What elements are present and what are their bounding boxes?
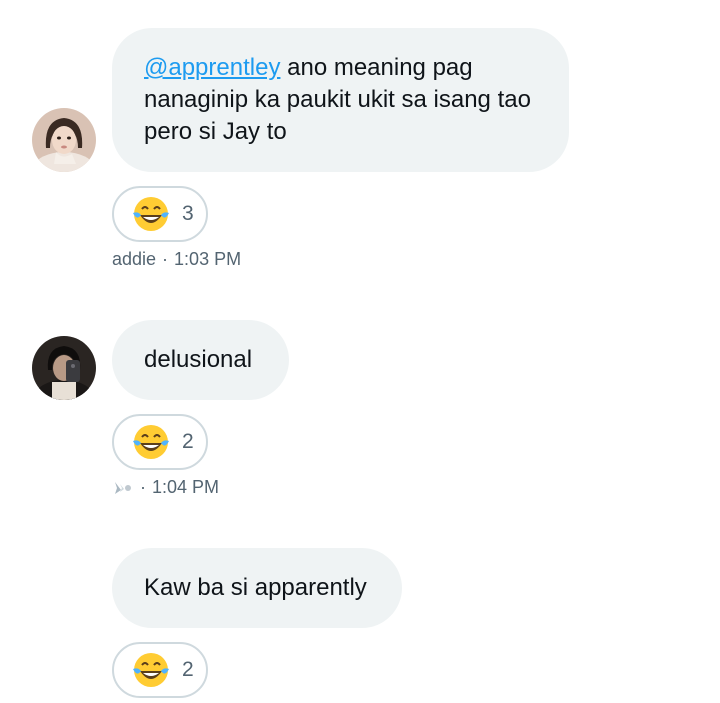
face-with-tears-of-joy-icon <box>133 653 169 687</box>
message-text: delusional <box>144 346 253 373</box>
message-meta: addie · 1:03 PM <box>112 249 241 270</box>
reaction-count: 3 <box>182 202 194 225</box>
separator: · <box>162 249 169 269</box>
face-with-tears-of-joy-icon <box>133 197 169 231</box>
reaction-button[interactable]: 2 <box>112 414 208 470</box>
reaction-count: 2 <box>182 430 194 453</box>
avatar-photo-icon <box>32 108 96 172</box>
message-bubble[interactable]: @apprentley ano meaning pag nanaginip ka… <box>112 28 569 172</box>
timestamp: 1:04 PM <box>152 477 220 497</box>
mention-link[interactable]: @apprentley <box>144 54 280 81</box>
face-with-tears-of-joy-icon <box>133 425 169 459</box>
avatar[interactable] <box>32 336 96 400</box>
avatar-photo-icon <box>32 336 96 400</box>
message-text: pero si Jay to <box>144 118 287 145</box>
message-text: nanaginip ka paukit ukit sa isang tao <box>144 86 531 113</box>
message-bubble[interactable]: Kaw ba si apparently <box>112 548 402 628</box>
avatar[interactable] <box>32 108 96 172</box>
reaction-button[interactable]: 3 <box>112 186 208 242</box>
sparkle-name-icon <box>115 481 131 494</box>
message-meta: · 1:04 PM <box>112 477 219 498</box>
author-name: addie <box>112 249 157 269</box>
separator: · <box>140 477 146 497</box>
message-text: Kaw ba si apparently <box>144 574 367 601</box>
message-bubble[interactable]: delusional <box>112 320 289 400</box>
message-text: ano meaning pag <box>280 54 473 81</box>
reaction-button[interactable]: 2 <box>112 642 208 698</box>
reaction-count: 2 <box>182 658 194 681</box>
timestamp: 1:03 PM <box>174 249 242 269</box>
